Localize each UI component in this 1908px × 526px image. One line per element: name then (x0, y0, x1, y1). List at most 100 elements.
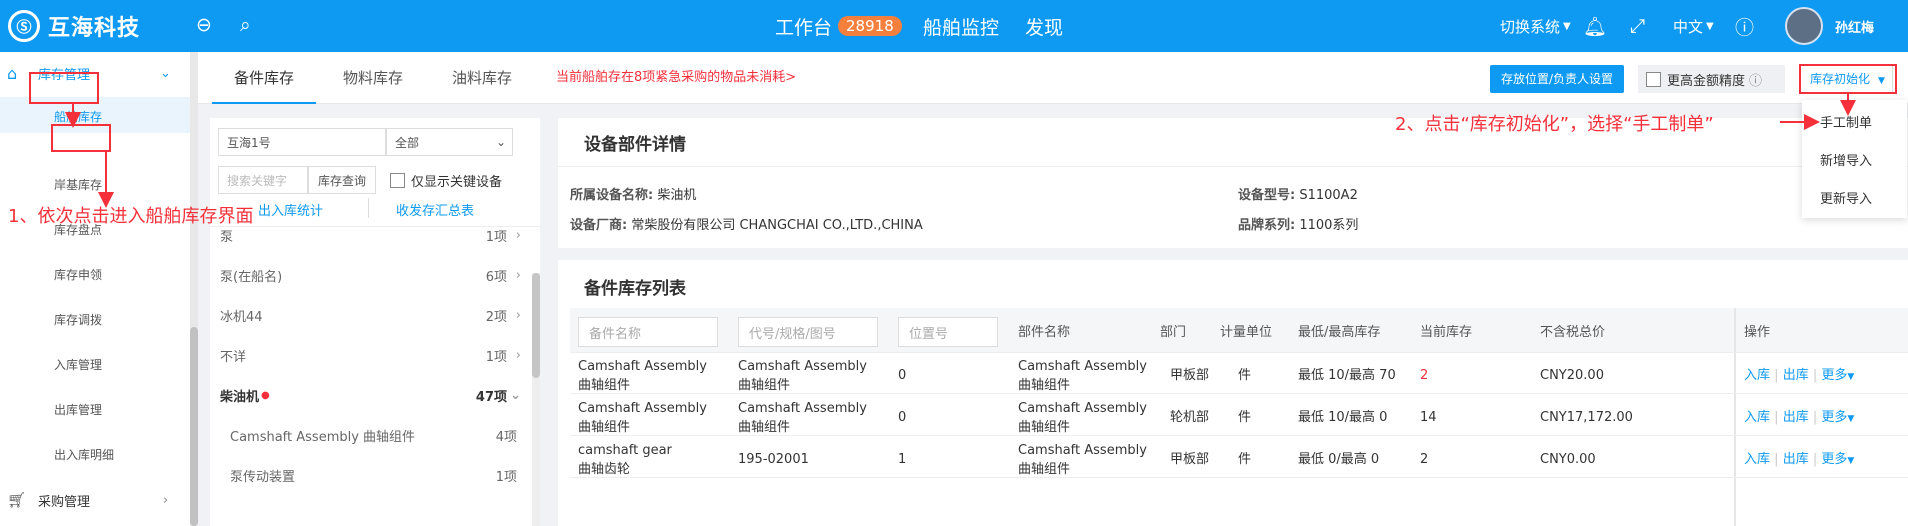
tree-scrollbar[interactable] (532, 273, 540, 526)
sidebar-scrollbar[interactable] (190, 52, 198, 526)
cell-code: 195-02001 (738, 452, 809, 467)
col-price: 不含税总价 (1540, 324, 1606, 340)
key-device-filter[interactable]: 仅显示关键设备 (390, 171, 502, 190)
back-icon[interactable]: ⊖ (196, 13, 212, 37)
cell-loc: 0 (898, 368, 907, 383)
tree-item[interactable]: 泵(在船名) 6项 › (210, 255, 525, 295)
out-stock-link[interactable]: 出库 (1783, 368, 1809, 383)
highlight-box (29, 72, 99, 104)
tree-item-label: 冰机44 (220, 309, 263, 325)
chevron-down-icon: ⌄ (510, 387, 521, 403)
nav-ship-monitor[interactable]: 船舶监控 (923, 0, 999, 52)
tree-subitem[interactable]: 泵传动装置 1项 (210, 455, 525, 495)
checkbox[interactable] (1646, 71, 1661, 87)
cell-dept: 甲板部 (1170, 368, 1210, 383)
tree-item-count: 1项 (485, 349, 507, 365)
tab-oil[interactable]: 油料库存 (452, 52, 512, 104)
more-dropdown[interactable]: 更多 (1821, 410, 1847, 425)
annotation-step1: 1、依次点击进入船舶库存界面 (8, 206, 254, 227)
logo-mark: Ⓢ (8, 10, 40, 42)
language-select[interactable]: 中文 ▼ (1673, 0, 1714, 52)
tree-item-label: 柴油机 (220, 389, 260, 405)
urgent-warning-link[interactable]: 当前船舶存在8项紧急采购的物品未消耗> (556, 52, 796, 104)
brand-field: 品牌系列: 1100系列 (1238, 214, 1358, 233)
annotation-step2: 2、点击“库存初始化”，选择“手工制单” (1395, 114, 1714, 135)
filter-select[interactable]: 全部 ⌄ (386, 128, 513, 156)
chevron-right-icon: › (163, 492, 169, 508)
spare-inventory-table-panel: 备件库存列表 备件名称 代号/规格/图号 位置号 部件名称 部门 计量单位 最低… (558, 260, 1908, 526)
ship-select[interactable]: 互海1号 (218, 128, 386, 156)
scroll-thumb[interactable] (190, 327, 198, 526)
more-dropdown[interactable]: 更多 (1821, 452, 1847, 467)
col-unit: 计量单位 (1220, 324, 1273, 340)
col-stock: 当前库存 (1420, 324, 1473, 340)
high-precision-label: 更高金额精度 (1667, 73, 1746, 89)
menu-item-update-import[interactable]: 更新导入 (1820, 188, 1872, 207)
keyword-search-input[interactable]: 搜索关键字 (218, 166, 308, 194)
in-stock-link[interactable]: 入库 (1744, 452, 1770, 467)
switch-system-label: 切换系统 (1500, 17, 1561, 36)
menu-item-manual[interactable]: 手工制单 (1820, 112, 1872, 131)
tree-item[interactable]: 不详 1项 › (210, 335, 525, 375)
menu-item-new-import[interactable]: 新增导入 (1820, 150, 1872, 169)
sidebar-item-ship-inventory[interactable]: 船舶库存 (54, 108, 102, 125)
out-stock-link[interactable]: 出库 (1783, 410, 1809, 425)
search-icon[interactable]: ⌕ (240, 13, 251, 37)
tree-item[interactable]: 冰机44 2项 › (210, 295, 525, 335)
sidebar-item-requisition[interactable]: 库存申领 (54, 266, 102, 283)
switch-system[interactable]: 切换系统 ▼ (1500, 0, 1571, 52)
maker-field: 设备厂商: 常柴股份有限公司 CHANGCHAI CO.,LTD.,CHINA (570, 214, 923, 233)
cell-stock: 2 (1420, 368, 1429, 383)
row-actions: 入库 | 出库 | 更多▼ (1744, 408, 1854, 429)
field-label: 设备厂商: (570, 218, 628, 233)
tree-subitem[interactable]: Camshaft Assembly 曲轴组件 4项 (210, 415, 525, 455)
checkbox[interactable] (390, 173, 405, 188)
more-dropdown[interactable]: 更多 (1821, 368, 1847, 383)
sidebar-group-purchase[interactable]: 🛒︎ 采购管理 › (0, 479, 190, 521)
in-stock-link[interactable]: 入库 (1744, 368, 1770, 383)
location-filter[interactable]: 位置号 (898, 317, 998, 347)
tab-materials[interactable]: 物料库存 (343, 52, 403, 104)
tree-item[interactable]: 泵 1项 › (210, 215, 525, 255)
cell-code: Camshaft Assembly 曲轴组件 (738, 359, 867, 393)
storage-setting-button[interactable]: 存放位置/负责人设置 (1490, 65, 1625, 93)
cell-price: CNY17,172.00 (1540, 410, 1633, 425)
sidebar-item-inbound[interactable]: 入库管理 (54, 356, 102, 373)
cell-part: Camshaft Assembly 曲轴组件 (1018, 401, 1147, 435)
sidebar-item-transfer[interactable]: 库存调拨 (54, 311, 102, 328)
user-menu[interactable]: 孙红梅 (1785, 0, 1874, 52)
tab-bar: 备件库存 物料库存 油料库存 当前船舶存在8项紧急采购的物品未消耗> 存放位置/… (198, 52, 1908, 104)
cell-dept: 甲板部 (1170, 452, 1210, 467)
sidebar-group-label: 采购管理 (38, 494, 91, 510)
key-device-label: 仅显示关键设备 (411, 175, 503, 190)
field-value: 1100系列 (1299, 218, 1359, 233)
filter-select-label: 全部 (395, 135, 420, 150)
part-name-filter[interactable]: 备件名称 (578, 317, 718, 347)
tab-spare-parts[interactable]: 备件库存 (212, 52, 316, 104)
code-filter[interactable]: 代号/规格/图号 (738, 317, 878, 347)
inventory-query-button[interactable]: 库存查询 (308, 166, 376, 194)
info-icon: ⓘ (1749, 73, 1763, 89)
chevron-right-icon: › (515, 307, 521, 323)
bell-icon[interactable]: 🔔︎ (1583, 0, 1607, 52)
high-precision-toggle[interactable]: 更高金额精度 ⓘ (1638, 65, 1785, 93)
sidebar-item-shore-inventory[interactable]: 岸基库存 (54, 176, 102, 193)
fullscreen-icon[interactable]: ⤢ (1630, 0, 1645, 52)
help-icon[interactable]: ⓘ (1735, 0, 1754, 52)
cell-minmax: 最低 10/最高 70 (1298, 368, 1396, 383)
scroll-thumb[interactable] (532, 273, 540, 378)
detail-title: 设备部件详情 (584, 135, 686, 155)
caret-down-icon: ▼ (1847, 456, 1855, 466)
sidebar-item-outbound[interactable]: 出库管理 (54, 401, 102, 418)
sidebar-item-details[interactable]: 出入库明细 (54, 446, 114, 463)
nav-workbench[interactable]: 工作台 28918 (775, 0, 902, 52)
logo[interactable]: Ⓢ 互海科技 (8, 10, 140, 42)
nav-discover[interactable]: 发现 (1025, 0, 1063, 52)
cell-name: camshaft gear 曲轴齿轮 (578, 443, 672, 477)
out-stock-link[interactable]: 出库 (1783, 452, 1809, 467)
device-name-field: 所属设备名称: 柴油机 (570, 184, 696, 203)
in-stock-link[interactable]: 入库 (1744, 410, 1770, 425)
tree-item-expanded[interactable]: 柴油机 ● 47项 ⌄ (210, 375, 525, 415)
cell-price: CNY0.00 (1540, 452, 1596, 467)
cell-minmax: 最低 10/最高 0 (1298, 410, 1388, 425)
